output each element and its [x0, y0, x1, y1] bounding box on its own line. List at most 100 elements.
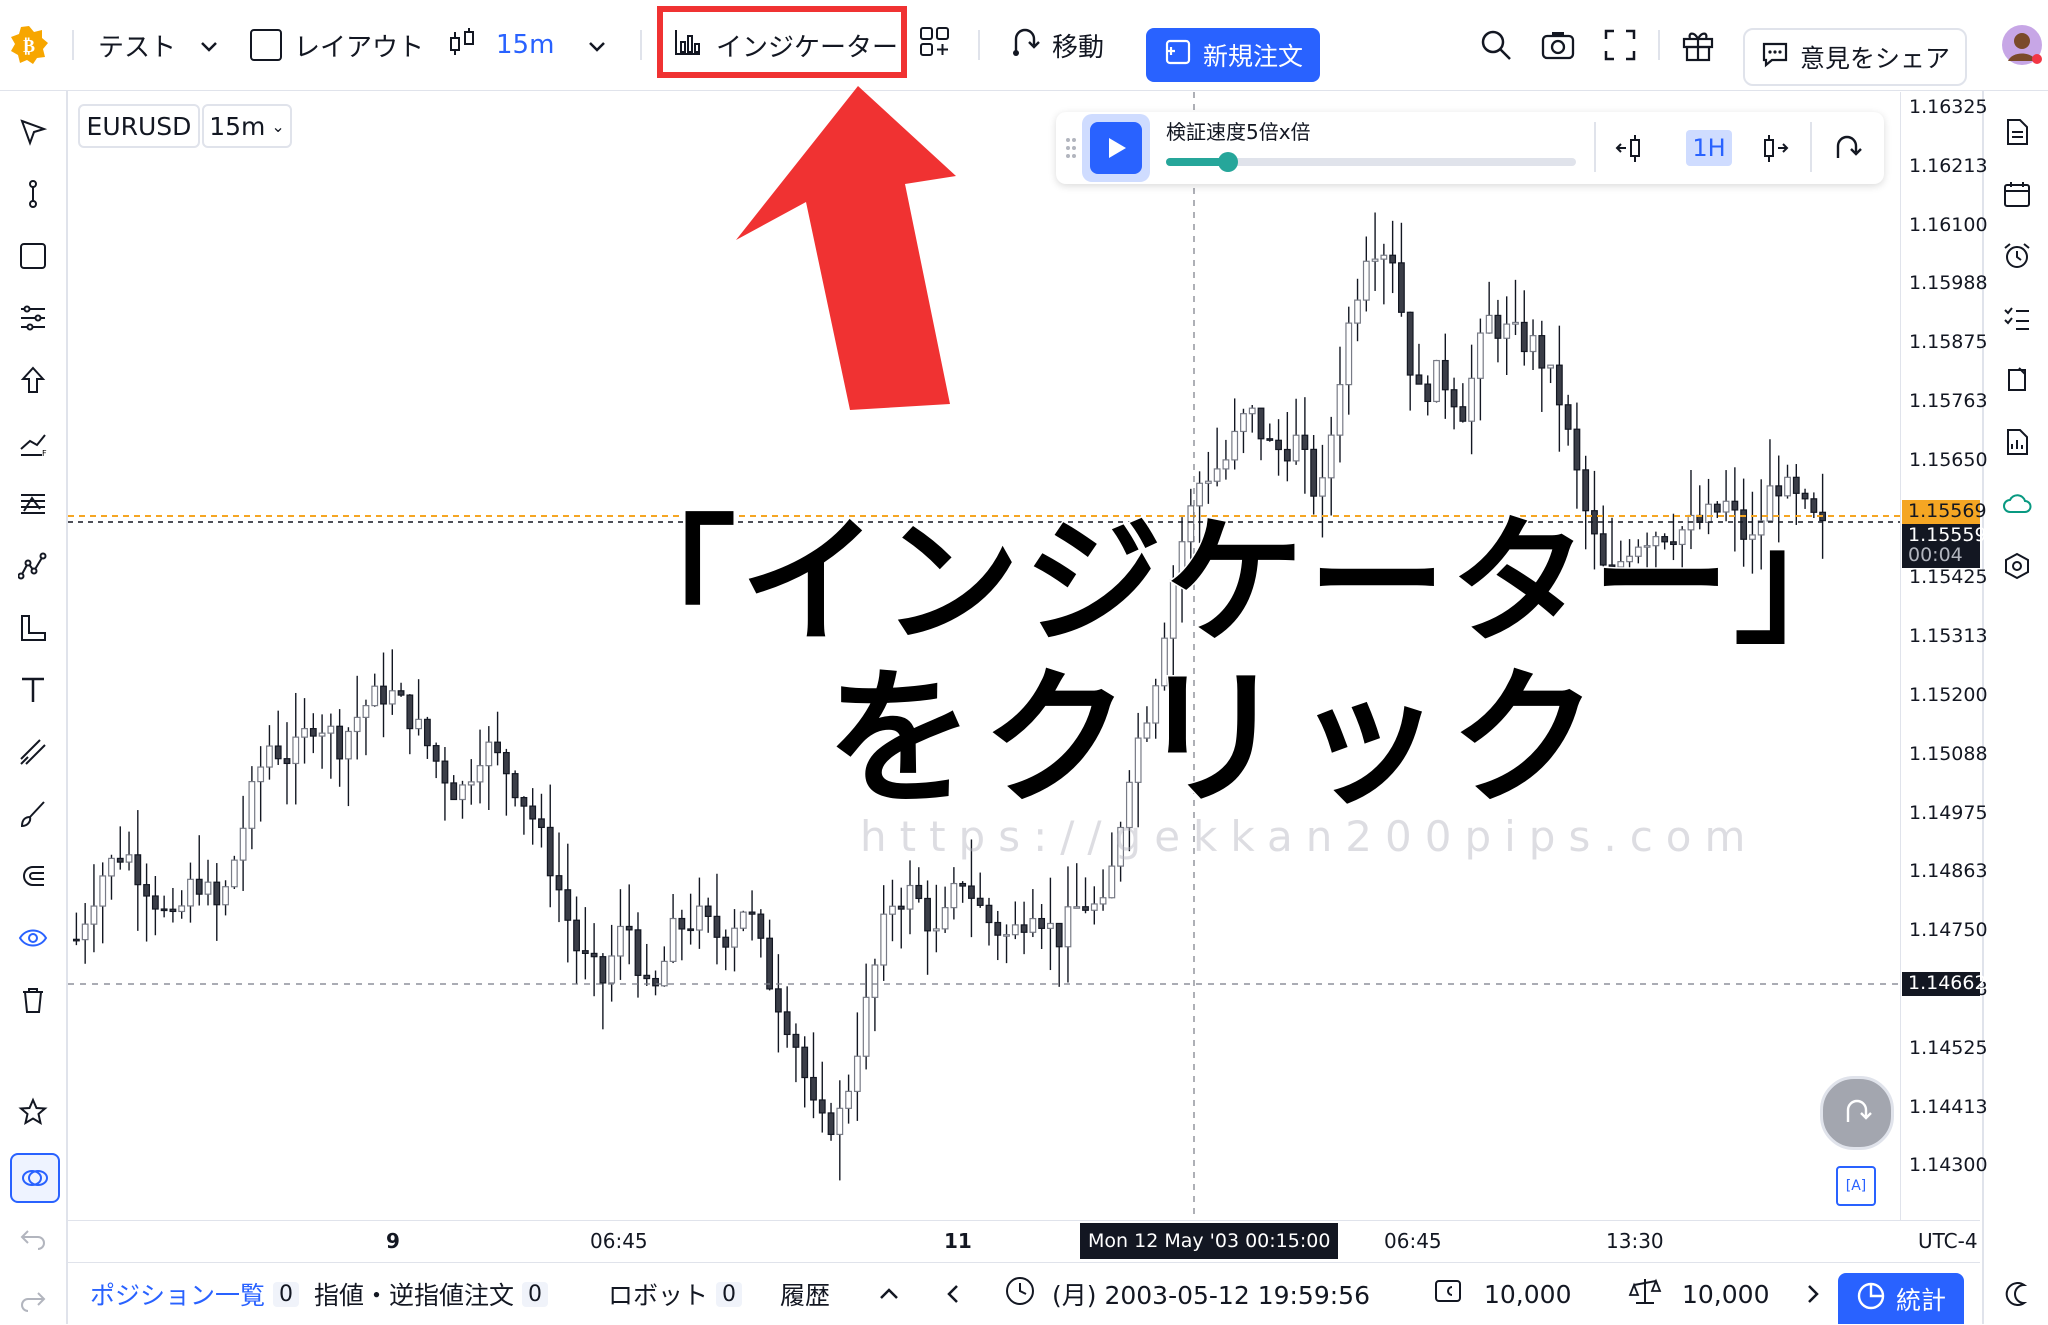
price-axis[interactable]: 1.16325 1.16213 1.16100 1.15988 1.15875 1.157…	[1900, 92, 1988, 1220]
candle	[362, 699, 370, 756]
star-icon[interactable]	[10, 1089, 56, 1135]
tab-orders[interactable]: 指値・逆指値注文 0	[314, 1263, 549, 1325]
statistics-button[interactable]: 統計	[1838, 1273, 1964, 1324]
jump-to-realtime-button[interactable]	[1820, 1076, 1894, 1150]
trash-icon[interactable]	[10, 977, 56, 1023]
interval-selector[interactable]: 15m	[446, 0, 606, 90]
document-icon[interactable]	[1994, 109, 2040, 155]
candle-body	[1573, 428, 1581, 471]
trend-line-icon[interactable]	[10, 171, 56, 217]
step-forward-icon[interactable]	[1756, 132, 1790, 170]
red-arrow	[736, 86, 956, 410]
jump-to-icon[interactable]	[1830, 132, 1864, 170]
candle-body	[722, 936, 730, 948]
prev-icon[interactable]	[946, 1263, 960, 1325]
step-back-icon[interactable]	[1614, 132, 1648, 170]
tab-robot[interactable]: ロボット 0	[608, 1263, 743, 1325]
replay-speed-slider[interactable]	[1166, 152, 1576, 172]
avatar[interactable]	[2000, 0, 2044, 90]
interval-value: 15m	[496, 30, 555, 60]
play-icon	[1090, 122, 1142, 174]
layout-name-dropdown[interactable]: テスト	[98, 0, 218, 90]
pattern-icon[interactable]	[10, 481, 56, 527]
calendar-icon[interactable]	[1994, 171, 2040, 217]
parallel-channel-icon[interactable]	[10, 729, 56, 775]
measure-icon[interactable]	[10, 605, 56, 651]
move-button[interactable]: 移動	[1008, 0, 1104, 90]
moon-icon[interactable]	[1994, 1271, 2040, 1317]
candle	[976, 872, 984, 908]
templates-button[interactable]	[918, 0, 952, 90]
symbol-interval-button[interactable]: 15m ⌄	[202, 104, 292, 148]
candle-body	[757, 913, 765, 939]
report-icon[interactable]	[1994, 419, 2040, 465]
checklist-icon[interactable]	[1994, 295, 2040, 341]
candle	[90, 864, 98, 953]
search-icon[interactable]	[1478, 0, 1514, 90]
undo-icon[interactable]	[10, 1215, 56, 1261]
candle-body	[1029, 917, 1037, 933]
candle-body	[301, 728, 308, 738]
candle-body	[652, 977, 659, 987]
timezone-button[interactable]: UTC-4	[1918, 1229, 1978, 1253]
alarm-icon[interactable]	[1994, 233, 2040, 279]
layout-name: テスト	[98, 32, 177, 63]
svg-text:F: F	[42, 449, 47, 457]
sync-drawings-icon[interactable]	[10, 1153, 60, 1203]
next-icon[interactable]	[1806, 1263, 1820, 1325]
candle-body	[1020, 924, 1028, 933]
collapse-panel-icon[interactable]	[878, 1263, 900, 1325]
share-feedback-button[interactable]: 意見をシェア	[1743, 28, 1967, 86]
candle-body	[116, 857, 124, 863]
checkbox-icon[interactable]	[250, 29, 282, 61]
replay-speed-knob[interactable]	[1217, 152, 1238, 172]
auto-scale-icon[interactable]: [A]	[1836, 1166, 1876, 1206]
top-toolbar: ₿ テスト レイアウト 15m インジケーター 移動 新規注文 意見をシェア	[0, 0, 2048, 91]
drag-handle-icon[interactable]	[1066, 136, 1076, 164]
candle	[669, 894, 677, 964]
candle	[950, 867, 958, 920]
balance: 10,000	[1432, 1263, 1571, 1325]
new-order-label: 新規注文	[1202, 42, 1303, 71]
eye-icon[interactable]	[10, 915, 56, 961]
cloud-icon[interactable]	[1994, 481, 2040, 527]
redo-icon[interactable]	[10, 1277, 56, 1323]
new-order-button[interactable]: 新規注文	[1146, 28, 1320, 82]
arrow-up-icon[interactable]	[10, 357, 56, 403]
logo-icon[interactable]: ₿	[8, 0, 50, 90]
magnet-icon[interactable]	[10, 853, 56, 899]
candle-body	[880, 913, 888, 966]
xabcd-pattern-icon[interactable]	[10, 543, 56, 589]
cursor-icon[interactable]	[10, 109, 56, 155]
tab-positions[interactable]: ポジション一覧 0	[90, 1263, 300, 1325]
text-tool-icon[interactable]	[10, 667, 56, 713]
candle	[862, 963, 870, 1070]
candle	[1529, 319, 1537, 371]
brush-icon[interactable]	[10, 791, 56, 837]
candle	[520, 796, 528, 835]
candle	[151, 876, 159, 936]
candle	[1520, 290, 1528, 366]
replay-datetime: (月) 2003-05-12 19:59:56	[1004, 1263, 1370, 1325]
camera-icon[interactable]	[1540, 0, 1576, 90]
fib-tool-icon[interactable]	[10, 295, 56, 341]
rectangle-icon[interactable]	[10, 233, 56, 279]
forecast-icon[interactable]: F	[10, 419, 56, 465]
share-feedback-label: 意見をシェア	[1799, 44, 1950, 73]
time-axis[interactable]: 9 06:45 11 06:45 13:30 Mon 12 May '03 00…	[68, 1220, 1980, 1261]
play-button[interactable]	[1082, 114, 1150, 182]
notes-icon[interactable]	[1994, 357, 2040, 403]
tab-history[interactable]: 履歴	[780, 1263, 830, 1325]
wallet-icon	[1432, 1275, 1464, 1313]
candle	[143, 863, 150, 942]
price-tick-label: 1.14413	[1909, 1095, 1988, 1118]
fullscreen-icon[interactable]	[1602, 0, 1638, 90]
candle-body	[1266, 438, 1274, 441]
symbol-button[interactable]: EURUSD	[78, 104, 200, 148]
candle	[1547, 364, 1554, 384]
layout-checkbox[interactable]: レイアウト	[250, 0, 424, 90]
candle-body	[906, 884, 914, 910]
settings-hexagon-icon[interactable]	[1994, 543, 2040, 589]
gift-icon[interactable]	[1680, 0, 1716, 90]
replay-interval-button[interactable]: 1H	[1686, 130, 1732, 166]
